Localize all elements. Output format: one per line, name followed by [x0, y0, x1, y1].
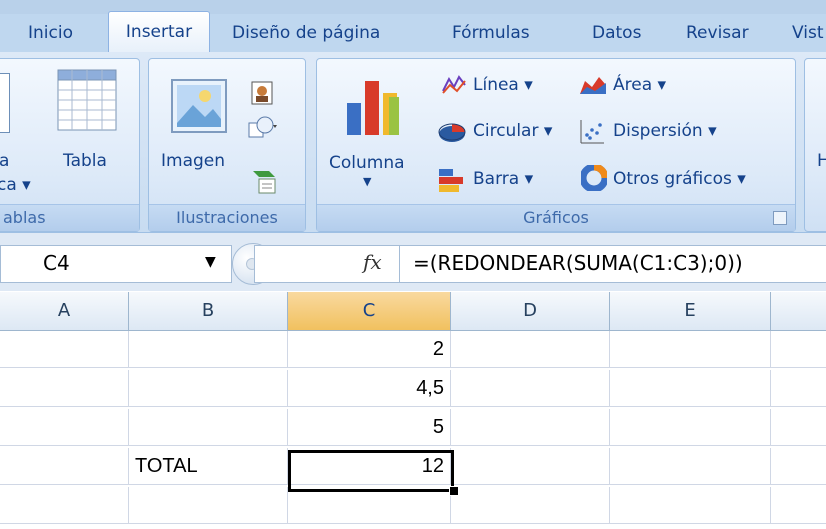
cell-b4[interactable]: TOTAL [129, 448, 288, 485]
pivot-table-icon[interactable] [0, 73, 10, 133]
pie-chart-icon[interactable] [437, 121, 467, 143]
cell-e1[interactable] [610, 331, 771, 368]
cell-d2[interactable] [451, 370, 610, 407]
group-label-graficos: Gráficos [317, 204, 795, 231]
tab-insertar[interactable]: Insertar [108, 11, 210, 53]
column-header-e[interactable]: E [610, 292, 771, 330]
ribbon: a ca ▾ Tabla ablas Imagen Ilustraciones … [0, 52, 826, 232]
insert-function-icon[interactable]: fx [363, 250, 382, 274]
cell-d5[interactable] [451, 487, 610, 524]
name-box[interactable]: C4 ▼ [0, 245, 232, 283]
group-graficos: Columna ▼ Línea ▾ Circular ▾ Barra ▾ Áre… [316, 58, 796, 232]
formula-input[interactable]: =(REDONDEAR(SUMA(C1:C3);0)) [413, 251, 743, 275]
column-header-c[interactable]: C [288, 292, 451, 330]
area-chart-icon[interactable] [579, 73, 607, 95]
doughnut-chart-icon[interactable] [579, 163, 609, 193]
cell-b2[interactable] [129, 370, 288, 407]
pivot-label-partial: a [0, 151, 10, 171]
column-header-d[interactable]: D [451, 292, 610, 330]
group-ilustraciones: Imagen Ilustraciones [148, 58, 306, 232]
cell-b1[interactable] [129, 331, 288, 368]
name-box-value: C4 [43, 251, 70, 275]
imagen-button-label[interactable]: Imagen [161, 151, 225, 171]
columna-dropdown-arrow[interactable]: ▼ [363, 175, 371, 188]
cell-c3[interactable]: 5 [288, 409, 451, 446]
linea-button[interactable]: Línea ▾ [473, 75, 533, 95]
tabla-button-label[interactable]: Tabla [63, 151, 107, 171]
smartart-icon[interactable] [251, 167, 279, 195]
cell-a5[interactable] [0, 487, 129, 524]
cell-e5[interactable] [610, 487, 771, 524]
bar-chart-icon[interactable] [437, 167, 467, 193]
cell-c1[interactable]: 2 [288, 331, 451, 368]
cell-a1[interactable] [0, 331, 129, 368]
name-box-dropdown-icon[interactable]: ▼ [205, 254, 216, 270]
group-partial-next: H [804, 58, 826, 232]
picture-icon[interactable] [171, 79, 227, 133]
cell-f4[interactable] [771, 448, 826, 485]
group-label-tablas: ablas [0, 204, 139, 231]
cell-b3[interactable] [129, 409, 288, 446]
cell-c2[interactable]: 4,5 [288, 370, 451, 407]
cell-f5[interactable] [771, 487, 826, 524]
column-chart-icon[interactable] [343, 73, 403, 137]
pivot-label-partial-2[interactable]: ca ▾ [0, 175, 31, 195]
circular-button[interactable]: Circular ▾ [473, 121, 552, 141]
column-header-f-partial[interactable] [771, 292, 826, 330]
cell-b5[interactable] [129, 487, 288, 524]
otros-graficos-button[interactable]: Otros gráficos ▾ [613, 169, 746, 189]
dialog-launcher-icon[interactable] [773, 211, 787, 225]
group-tablas: a ca ▾ Tabla ablas [0, 58, 140, 232]
tab-vista[interactable]: Vist [792, 14, 824, 52]
tab-inicio[interactable]: Inicio [28, 14, 73, 52]
tab-diseno-de-pagina[interactable]: Diseño de página [232, 14, 380, 52]
cell-e2[interactable] [610, 370, 771, 407]
cell-e4[interactable] [610, 448, 771, 485]
cell-a4[interactable] [0, 448, 129, 485]
hipervinculo-partial-label[interactable]: H [817, 151, 826, 171]
cell-f1[interactable] [771, 331, 826, 368]
cell-a2[interactable] [0, 370, 129, 407]
scatter-chart-icon[interactable] [579, 119, 605, 145]
tab-revisar[interactable]: Revisar [686, 14, 749, 52]
area-button[interactable]: Área ▾ [613, 75, 666, 95]
cell-f3[interactable] [771, 409, 826, 446]
cell-a3[interactable] [0, 409, 129, 446]
barra-button[interactable]: Barra ▾ [473, 169, 533, 189]
column-header-row: A B C D E [0, 292, 826, 331]
line-chart-icon[interactable] [441, 73, 467, 95]
group-label-ilustraciones: Ilustraciones [149, 204, 305, 231]
column-header-b[interactable]: B [129, 292, 288, 330]
dispersion-button[interactable]: Dispersión ▾ [613, 121, 717, 141]
cell-c5[interactable] [288, 487, 451, 524]
cell-f2[interactable] [771, 370, 826, 407]
tab-datos[interactable]: Datos [592, 14, 641, 52]
cell-d3[interactable] [451, 409, 610, 446]
worksheet-grid: 2 4,5 5 TOTAL 12 [0, 331, 826, 529]
shapes-icon[interactable] [247, 115, 281, 145]
active-cell-border[interactable] [288, 450, 454, 492]
cell-d4[interactable] [451, 448, 610, 485]
column-header-a[interactable]: A [0, 292, 129, 330]
cell-d1[interactable] [451, 331, 610, 368]
tab-formulas[interactable]: Fórmulas [452, 14, 530, 52]
cell-e3[interactable] [610, 409, 771, 446]
fill-handle[interactable] [449, 486, 459, 496]
table-icon[interactable] [57, 69, 117, 131]
ribbon-tab-row: Inicio Insertar Diseño de página Fórmula… [0, 11, 826, 53]
formula-input-area: fx =(REDONDEAR(SUMA(C1:C3);0)) [254, 245, 826, 283]
columna-button-label[interactable]: Columna [329, 153, 405, 173]
clipart-icon[interactable] [251, 81, 273, 105]
